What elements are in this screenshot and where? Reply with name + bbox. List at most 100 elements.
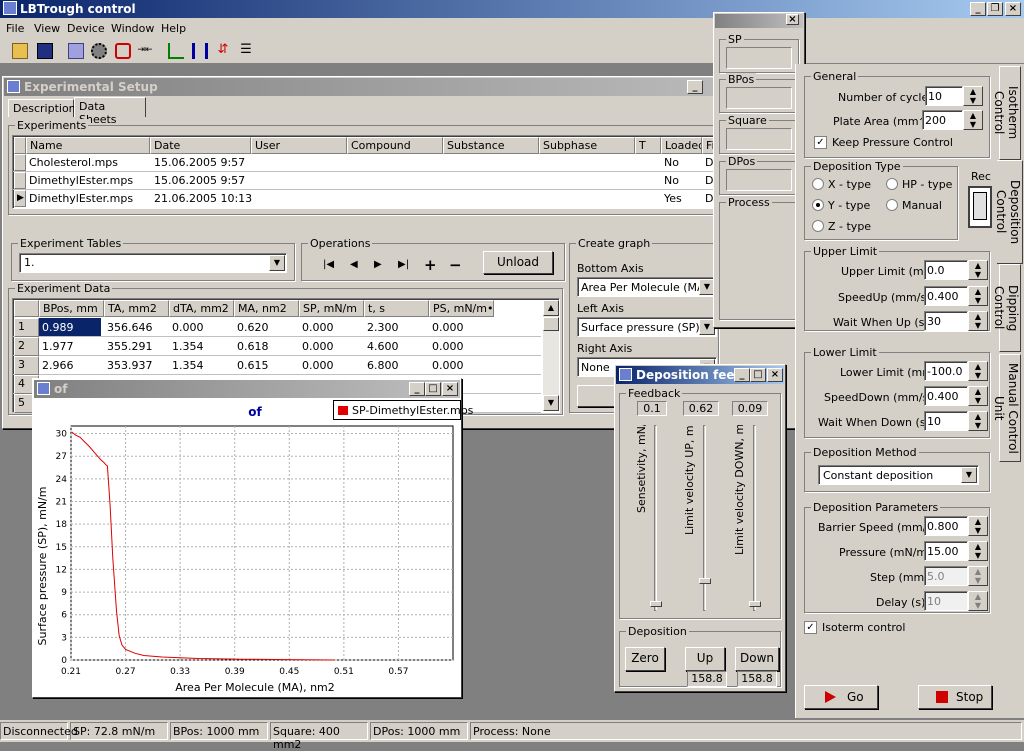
hp-type-radio[interactable]	[886, 178, 898, 190]
col-substance[interactable]: Substance	[443, 137, 539, 154]
table-row[interactable]: ▶ DimethylEster.mps 21.06.2005 10:13 Yes…	[13, 190, 717, 208]
setup-icon[interactable]	[68, 43, 84, 59]
minimize-button[interactable]: _	[970, 2, 986, 16]
table-row[interactable]: 2 1.977 355.291 1.354 0.618 0.000 4.600 0.000	[13, 337, 541, 356]
col-sp[interactable]: SP, mN/m	[299, 300, 364, 317]
data-vscrollbar[interactable]: ▲ ▼	[543, 300, 559, 411]
last-record-icon[interactable]: ▶|	[398, 259, 409, 270]
plate-area-input[interactable]: 200	[922, 110, 963, 130]
speedup-input[interactable]: 0.400	[924, 286, 968, 306]
barriers-icon[interactable]	[192, 43, 208, 59]
deposition-method-dropdown[interactable]: Constant deposition ▼	[818, 465, 979, 485]
col-ps[interactable]: PS, mN/m•m	[429, 300, 494, 317]
compress-icon[interactable]: ⇥⇤	[137, 43, 153, 59]
speedup-stepper[interactable]: ▲ ▼	[968, 286, 988, 306]
barrier-speed-stepper[interactable]: ▲ ▼	[968, 516, 988, 536]
delay-input[interactable]: 10	[924, 591, 968, 611]
x-type-radio[interactable]	[812, 178, 824, 190]
first-record-icon[interactable]: |◀	[323, 259, 334, 270]
velocity-down-slider[interactable]	[749, 425, 761, 611]
chart-close-button[interactable]: ×	[442, 382, 458, 396]
table-row[interactable]: 3 2.966 353.937 1.354 0.615 0.000 6.800 0.000	[13, 356, 541, 375]
wait-up-stepper[interactable]: ▲ ▼	[968, 311, 988, 331]
col-ta[interactable]: TA, mm2	[104, 300, 169, 317]
chart-plot[interactable]: of 0.21 0.27 0.33 0.39 0.45 0.51 0.57 0 3 6 9 12 15 1…	[33, 398, 461, 697]
bottom-axis-dropdown[interactable]: Area Per Molecule (MA) ▼	[577, 277, 717, 297]
col-dta[interactable]: dTA, mm2	[169, 300, 234, 317]
isoterm-control-checkbox[interactable]: ✓	[804, 621, 817, 634]
pressure-input[interactable]: 15.00	[924, 541, 968, 561]
lower-limit-input[interactable]: -100.0	[924, 361, 968, 381]
feedback-minimize-button[interactable]: _	[734, 368, 750, 382]
restore-button[interactable]: ❐	[987, 2, 1003, 16]
upper-limit-stepper[interactable]: ▲ ▼	[968, 260, 988, 280]
close-button[interactable]: ×	[1005, 2, 1021, 16]
delete-record-icon[interactable]: −	[449, 256, 462, 274]
tab-data-sheets[interactable]: Data Sheets	[74, 97, 146, 126]
menu-window[interactable]: Window	[111, 22, 154, 35]
zero-button[interactable]: Zero	[625, 647, 665, 671]
setup-minimize-button[interactable]: _	[687, 80, 703, 94]
up-button[interactable]: Up	[685, 647, 725, 671]
stop-button[interactable]: Stop	[918, 685, 992, 709]
open-icon[interactable]	[12, 43, 28, 59]
plate-area-stepper[interactable]: ▲ ▼	[963, 110, 983, 130]
lower-limit-stepper[interactable]: ▲ ▼	[968, 361, 988, 381]
add-record-icon[interactable]: +	[424, 256, 437, 274]
scroll-up-icon[interactable]: ▲	[543, 300, 559, 316]
cycles-input[interactable]: 10	[925, 86, 963, 106]
menu-file[interactable]: File	[6, 22, 24, 35]
menu-view[interactable]: View	[34, 22, 60, 35]
experiment-tables-dropdown[interactable]: 1. ▼	[19, 253, 287, 273]
chart-maximize-button[interactable]: □	[425, 382, 441, 396]
wait-up-input[interactable]: 30	[924, 311, 968, 331]
table-row[interactable]: 1 0.989 356.646 0.000 0.620 0.000 2.300 0.000	[13, 318, 541, 337]
table-row[interactable]: DimethylEster.mps 15.06.2005 9:57 No D:	[13, 172, 717, 190]
experiments-table[interactable]: Name Date User Compound Substance Subpha…	[12, 135, 717, 209]
col-compound[interactable]: Compound	[347, 137, 443, 154]
tab-deposition-control[interactable]: Deposition Control	[994, 160, 1023, 264]
y-type-radio[interactable]	[812, 199, 824, 211]
create-graph-button[interactable]	[577, 385, 617, 407]
table-row[interactable]: Cholesterol.mps 15.06.2005 9:57 No D:	[13, 154, 717, 172]
scroll-thumb[interactable]	[543, 317, 559, 331]
left-axis-dropdown[interactable]: Surface pressure (SP) ▼	[577, 317, 717, 337]
tab-isotherm-control[interactable]: Isotherm Control	[992, 66, 1021, 160]
wait-down-input[interactable]: 10	[924, 411, 968, 431]
prev-record-icon[interactable]: ◀	[350, 259, 358, 270]
col-bpos[interactable]: BPos, mm	[39, 300, 104, 317]
scroll-down-icon[interactable]: ▼	[543, 395, 559, 411]
z-type-radio[interactable]	[812, 220, 824, 232]
unload-button[interactable]: Unload	[483, 251, 553, 274]
wait-down-stepper[interactable]: ▲ ▼	[968, 411, 988, 431]
go-button[interactable]: Go	[804, 685, 878, 709]
step-input[interactable]: 5.0	[924, 566, 968, 586]
sensitivity-slider[interactable]	[650, 425, 662, 611]
next-record-icon[interactable]: ▶	[374, 259, 382, 270]
col-ma[interactable]: MA, nm2	[234, 300, 299, 317]
chevron-down-icon[interactable]: ▼	[269, 255, 285, 271]
sensors-close-button[interactable]: ×	[786, 14, 799, 25]
feedback-maximize-button[interactable]: □	[750, 368, 766, 382]
col-subphase[interactable]: Subphase	[539, 137, 635, 154]
tab-dipping-control[interactable]: Dipping Control	[992, 264, 1021, 352]
rec-toggle[interactable]	[968, 186, 992, 228]
tab-manual-control-unit[interactable]: Manual Control Unit	[992, 354, 1021, 462]
barrier-speed-input[interactable]: 0.800	[924, 516, 968, 536]
chart-icon[interactable]	[168, 43, 184, 59]
cycles-stepper[interactable]: ▲ ▼	[963, 86, 983, 106]
chevron-down-icon[interactable]: ▼	[961, 467, 977, 483]
manual-radio[interactable]	[886, 199, 898, 211]
dipping-icon[interactable]: ⇵	[215, 43, 231, 59]
col-date[interactable]: Date	[150, 137, 251, 154]
down-button[interactable]: Down	[735, 647, 779, 671]
delay-stepper[interactable]: ▲ ▼	[968, 591, 988, 611]
menu-help[interactable]: Help	[161, 22, 186, 35]
chart-minimize-button[interactable]: _	[409, 382, 425, 396]
speeddown-input[interactable]: 0.400	[924, 386, 968, 406]
save-icon[interactable]	[37, 43, 53, 59]
col-name[interactable]: Name	[26, 137, 150, 154]
pressure-stepper[interactable]: ▲ ▼	[968, 541, 988, 561]
speeddown-stepper[interactable]: ▲ ▼	[968, 386, 988, 406]
col-t-s[interactable]: t, s	[364, 300, 429, 317]
